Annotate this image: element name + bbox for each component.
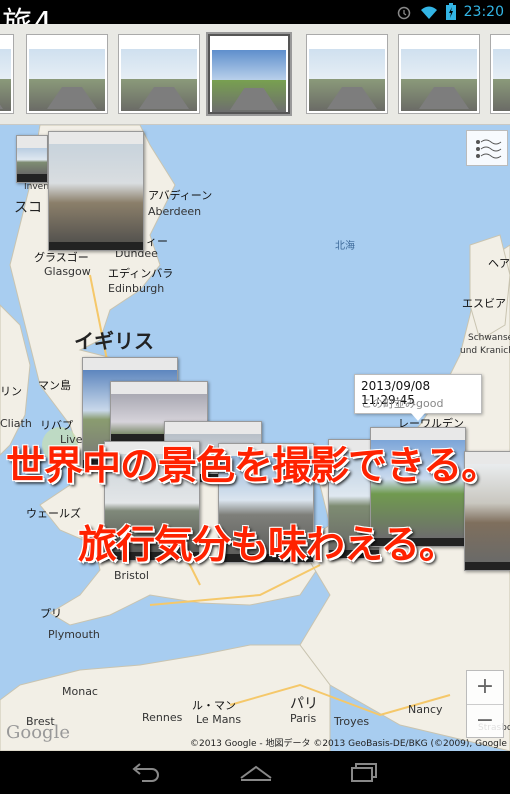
map-label: Inverr xyxy=(24,182,51,192)
map-label: Le Mans xyxy=(196,713,242,726)
map-label: スコ xyxy=(14,200,42,216)
map-label: Troyes xyxy=(334,715,370,728)
photo-thumbnail[interactable] xyxy=(0,34,14,114)
map-label: エスビア xyxy=(462,297,506,310)
photo-marker[interactable] xyxy=(16,135,48,183)
photo-thumbnail[interactable] xyxy=(118,34,200,114)
map-label: Rennes xyxy=(142,711,183,724)
map-label: リバプ xyxy=(40,419,73,432)
map-label: ル・マン xyxy=(192,699,236,712)
callout-comment: この町並みgood xyxy=(361,397,444,410)
map-label: 北海 xyxy=(335,241,355,252)
status-bar: 旅4 23:20 xyxy=(0,0,510,41)
map-label: ヘア xyxy=(488,257,510,270)
map-label: Aberdeen xyxy=(148,205,202,218)
back-icon[interactable] xyxy=(130,763,162,783)
photo-thumbnail[interactable] xyxy=(490,34,510,114)
clock: 23:20 xyxy=(463,3,504,20)
zoom-out-button[interactable]: − xyxy=(467,705,503,738)
layers-icon xyxy=(476,139,502,159)
map-label-country: イギリス xyxy=(74,329,154,353)
map-label: プリ xyxy=(40,607,62,620)
photo-marker[interactable] xyxy=(48,131,144,251)
status-icons: 23:20 xyxy=(396,3,504,20)
map-label: und Kranich xyxy=(460,346,510,356)
map-label: パリ xyxy=(290,696,318,712)
photo-strip[interactable] xyxy=(0,24,510,125)
photo-thumbnail-selected[interactable] xyxy=(208,34,290,114)
home-icon[interactable] xyxy=(239,763,273,783)
map-label: マン島 xyxy=(38,379,71,392)
map-label: Cliath xyxy=(0,417,32,430)
map-label: アバディーン xyxy=(148,189,213,202)
map-label: Nancy xyxy=(408,703,443,716)
photo-thumbnail[interactable] xyxy=(306,34,388,114)
google-logo: Google xyxy=(6,722,70,743)
battery-icon xyxy=(445,3,456,20)
zoom-controls: + − xyxy=(466,670,504,738)
map-label: エディンバラ xyxy=(108,267,174,280)
photo-thumbnail[interactable] xyxy=(26,34,108,114)
map-label: Plymouth xyxy=(48,628,100,641)
map-label: Bristol xyxy=(114,569,149,582)
wifi-icon xyxy=(420,6,437,19)
map-label: Monac xyxy=(62,685,98,698)
map-label: リン xyxy=(0,385,22,398)
navigation-bar xyxy=(0,751,510,794)
map-label: グラスゴー xyxy=(34,251,89,264)
alarm-icon xyxy=(397,6,410,19)
map-copyright: ©2013 Google - 地図データ ©2013 GeoBasis-DE/B… xyxy=(190,739,507,749)
map-label: Glasgow xyxy=(44,265,91,278)
photo-thumbnail[interactable] xyxy=(398,34,480,114)
map-label: Edinburgh xyxy=(108,282,165,295)
map-label: Paris xyxy=(290,712,317,725)
recents-icon[interactable] xyxy=(350,763,378,783)
photo-callout[interactable]: 2013/09/08 11:29:45 この町並みgood xyxy=(354,374,482,421)
layers-button[interactable] xyxy=(466,130,508,166)
promo-line-2: 旅行気分も味わえる。 xyxy=(78,523,458,568)
map-label: Schwansen xyxy=(468,333,510,343)
promo-line-1: 世界中の景色を撮影できる。 xyxy=(6,444,500,489)
zoom-in-button[interactable]: + xyxy=(467,671,503,705)
map-label: ウェールズ xyxy=(26,507,81,520)
